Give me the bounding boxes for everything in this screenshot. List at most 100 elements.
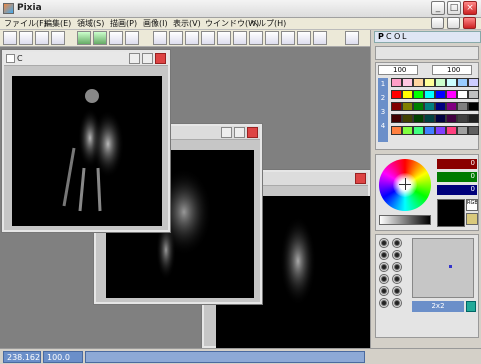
resize-icon[interactable] xyxy=(466,301,476,312)
new-file-icon[interactable] xyxy=(3,31,17,45)
mode-tab-l[interactable]: L xyxy=(402,32,406,41)
color-swatch[interactable] xyxy=(446,78,457,87)
document-minimize-button[interactable] xyxy=(221,127,232,138)
brush-tip-button[interactable] xyxy=(392,274,402,284)
menu-draw[interactable]: 描画(P) xyxy=(110,18,137,30)
line-icon[interactable] xyxy=(185,31,199,45)
brush-tip-button[interactable] xyxy=(379,298,389,308)
color-swatch[interactable] xyxy=(457,90,468,99)
minimize-button[interactable]: _ xyxy=(431,1,445,15)
color-swatch[interactable] xyxy=(468,78,479,87)
menu-image[interactable]: 画像(I) xyxy=(143,18,168,30)
palette-tab-2[interactable]: 2 xyxy=(378,94,388,102)
color-wheel[interactable] xyxy=(379,159,431,211)
eraser-icon[interactable] xyxy=(153,31,167,45)
color-swatch[interactable] xyxy=(446,90,457,99)
brush-tip-button[interactable] xyxy=(392,250,402,260)
brush-size-field[interactable]: 2x2 xyxy=(412,301,464,312)
color-swatch[interactable] xyxy=(402,78,413,87)
menu-view[interactable]: 表示(V) xyxy=(173,18,201,30)
freehand-select-icon[interactable] xyxy=(249,31,263,45)
brush-selector[interactable] xyxy=(375,46,479,60)
ellipse-icon[interactable] xyxy=(201,31,215,45)
rectangle-select-icon[interactable] xyxy=(169,31,183,45)
magic-wand-icon[interactable] xyxy=(265,31,279,45)
color-swatch[interactable] xyxy=(457,126,468,135)
mdi-restore-button[interactable] xyxy=(447,17,460,29)
color-swatch[interactable] xyxy=(424,102,435,111)
color-swatch[interactable] xyxy=(424,126,435,135)
color-swatch[interactable] xyxy=(446,126,457,135)
lasso-icon[interactable] xyxy=(217,31,231,45)
menu-file[interactable]: ファイル(F) xyxy=(4,18,47,30)
menu-edit[interactable]: 編集(E) xyxy=(44,18,71,30)
palette-tab-4[interactable]: 4 xyxy=(378,122,388,130)
color-swatch[interactable] xyxy=(402,90,413,99)
folder-icon[interactable] xyxy=(466,213,478,225)
polygon-icon[interactable] xyxy=(233,31,247,45)
brush-tip-button[interactable] xyxy=(392,262,402,272)
workspace[interactable]: C xyxy=(0,47,371,349)
brush-tip-button[interactable] xyxy=(392,238,402,248)
mode-tab-p[interactable]: P xyxy=(378,32,384,41)
palette-tab-1[interactable]: 1 xyxy=(378,80,388,88)
color-swatch[interactable] xyxy=(457,78,468,87)
undo-icon[interactable] xyxy=(77,31,91,45)
color-swatch[interactable] xyxy=(424,78,435,87)
document-close-button[interactable] xyxy=(247,127,258,138)
color-swatch[interactable] xyxy=(402,114,413,123)
brush-icon[interactable] xyxy=(345,31,359,45)
color-swatch[interactable] xyxy=(435,78,446,87)
brush-tip-button[interactable] xyxy=(392,286,402,296)
blue-value[interactable]: 0 xyxy=(437,185,477,195)
brush-tip-button[interactable] xyxy=(379,286,389,296)
gradient-icon[interactable] xyxy=(297,31,311,45)
mode-tab-c[interactable]: C xyxy=(386,32,392,41)
color-swatch[interactable] xyxy=(424,90,435,99)
mdi-minimize-button[interactable] xyxy=(431,17,444,29)
brush-tip-button[interactable] xyxy=(392,298,402,308)
color-swatch[interactable] xyxy=(391,78,402,87)
document-close-button[interactable] xyxy=(355,173,366,184)
rgb-mode-button[interactable]: RGB xyxy=(466,199,478,211)
brush-tip-button[interactable] xyxy=(379,274,389,284)
opacity-field-left[interactable]: 100 xyxy=(378,65,418,75)
palette-tab-3[interactable]: 3 xyxy=(378,108,388,116)
document-maximize-button[interactable] xyxy=(142,53,153,64)
open-file-icon[interactable] xyxy=(19,31,33,45)
mode-tab-o[interactable]: O xyxy=(394,32,400,41)
document-window-1[interactable]: C xyxy=(1,49,171,233)
color-swatch[interactable] xyxy=(446,114,457,123)
pattern-icon[interactable] xyxy=(313,31,327,45)
menu-select[interactable]: 領域(S) xyxy=(77,18,104,30)
brightness-slider[interactable] xyxy=(379,215,431,225)
color-swatch[interactable] xyxy=(468,114,479,123)
maximize-button[interactable]: □ xyxy=(447,1,461,15)
color-swatch[interactable] xyxy=(402,126,413,135)
color-swatch[interactable] xyxy=(402,102,413,111)
copy-icon[interactable] xyxy=(109,31,123,45)
color-swatch[interactable] xyxy=(435,102,446,111)
red-value[interactable]: 0 xyxy=(437,159,477,169)
color-swatch[interactable] xyxy=(424,114,435,123)
color-swatch[interactable] xyxy=(413,102,424,111)
fill-icon[interactable] xyxy=(281,31,295,45)
color-swatch[interactable] xyxy=(435,90,446,99)
color-swatch[interactable] xyxy=(391,102,402,111)
color-swatch[interactable] xyxy=(468,90,479,99)
color-swatch[interactable] xyxy=(391,114,402,123)
color-swatch[interactable] xyxy=(468,126,479,135)
color-swatch[interactable] xyxy=(413,78,424,87)
brush-tip-button[interactable] xyxy=(379,238,389,248)
brush-tip-button[interactable] xyxy=(379,250,389,260)
document-minimize-button[interactable] xyxy=(129,53,140,64)
color-swatch[interactable] xyxy=(391,126,402,135)
color-swatch[interactable] xyxy=(413,114,424,123)
document-close-button[interactable] xyxy=(155,53,166,64)
color-swatch[interactable] xyxy=(457,114,468,123)
color-swatch[interactable] xyxy=(457,102,468,111)
document-titlebar[interactable]: C xyxy=(4,52,168,66)
menu-help[interactable]: ヘルプ(H) xyxy=(250,18,286,30)
document-maximize-button[interactable] xyxy=(234,127,245,138)
color-swatch[interactable] xyxy=(413,126,424,135)
